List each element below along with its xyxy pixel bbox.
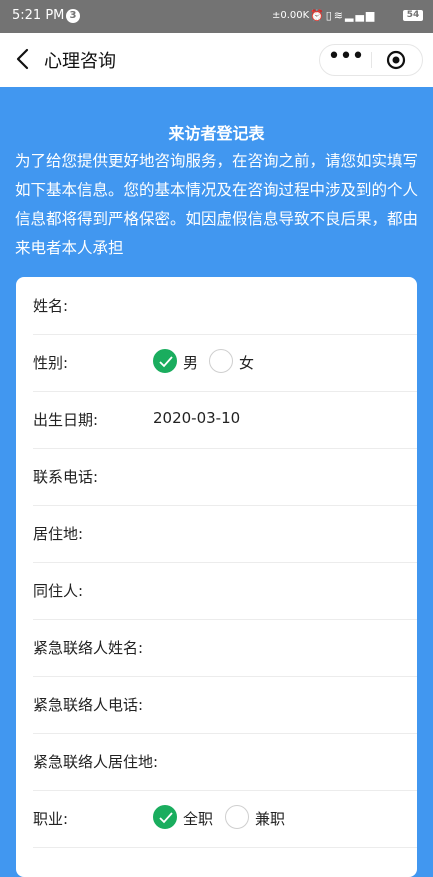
status-icons: ⏰▯≋▂▄▆ <box>310 9 376 22</box>
intro-text: 为了给您提供更好地咨询服务，在咨询之前，请您如实填写如下基本信息。您的基本情况及… <box>15 152 419 257</box>
status-time: 5:21 PM <box>12 8 65 23</box>
occupation-radio-parttime[interactable]: 兼职 <box>225 805 291 831</box>
radio-checked-icon <box>153 805 177 829</box>
occupation-field: 职业: 全职 兼职 <box>33 790 417 848</box>
phone-field[interactable]: 联系电话: <box>33 448 417 506</box>
page-title: 心理咨询 <box>44 51 116 72</box>
radio-unchecked-icon <box>209 349 233 373</box>
signal-icon: ▂▄▆ <box>344 9 377 22</box>
gender-radio-female[interactable]: 女 <box>209 349 259 375</box>
close-miniprogram-icon[interactable] <box>386 50 406 70</box>
capsule-divider <box>371 52 372 68</box>
status-bar: 5:21 PM 3 ±0.00K ⏰▯≋▂▄▆ 54 <box>0 0 433 33</box>
name-label: 姓名: <box>33 297 69 315</box>
name-field[interactable]: 姓名: <box>33 277 417 335</box>
more-options-icon[interactable]: ••• <box>320 45 371 75</box>
wifi-icon: ≋ <box>333 9 345 22</box>
occupation-option-label: 全职 <box>183 810 214 828</box>
emergency-contact-residence-label: 紧急联络人居住地: <box>33 753 159 771</box>
occupation-option-label: 兼职 <box>255 810 286 828</box>
radio-unchecked-icon <box>225 805 249 829</box>
gender-label: 性别: <box>33 354 69 372</box>
emergency-contact-phone-field[interactable]: 紧急联络人电话: <box>33 676 417 734</box>
gender-radio-male[interactable]: 男 <box>153 349 203 375</box>
vibrate-icon: ▯ <box>325 9 334 22</box>
gender-option-label: 男 <box>183 354 199 372</box>
back-arrow-icon[interactable] <box>12 45 36 73</box>
emergency-contact-phone-label: 紧急联络人电话: <box>33 696 144 714</box>
emergency-contact-residence-field[interactable]: 紧急联络人居住地: <box>33 733 417 791</box>
radio-checked-icon <box>153 349 177 373</box>
phone-label: 联系电话: <box>33 468 99 486</box>
gender-field: 性别: 男 女 <box>33 334 417 392</box>
cohabitant-label: 同住人: <box>33 582 84 600</box>
miniprogram-capsule: ••• <box>319 44 423 76</box>
occupation-label: 职业: <box>33 810 69 828</box>
residence-label: 居住地: <box>33 525 84 543</box>
network-speed: ±0.00K <box>272 10 310 21</box>
cohabitant-field[interactable]: 同住人: <box>33 562 417 620</box>
nav-bar: 心理咨询 ••• <box>0 33 433 87</box>
birthdate-value[interactable]: 2020-03-10 <box>153 409 240 427</box>
gender-option-label: 女 <box>239 354 255 372</box>
notification-badge: 3 <box>66 9 80 23</box>
occupation-radio-fulltime[interactable]: 全职 <box>153 805 219 831</box>
emergency-contact-name-label: 紧急联络人姓名: <box>33 639 144 657</box>
form-title: 来访者登记表 <box>168 124 265 143</box>
battery-icon: 54 <box>403 10 423 21</box>
birthdate-label: 出生日期: <box>33 411 99 429</box>
birthdate-field[interactable]: 出生日期: 2020-03-10 <box>33 391 417 449</box>
residence-field[interactable]: 居住地: <box>33 505 417 563</box>
registration-form: 姓名: 性别: 男 女 出生日期: 2020-03-10 联系电话: 居住地: … <box>16 277 417 877</box>
alarm-icon: ⏰ <box>310 9 326 22</box>
emergency-contact-name-field[interactable]: 紧急联络人姓名: <box>33 619 417 677</box>
